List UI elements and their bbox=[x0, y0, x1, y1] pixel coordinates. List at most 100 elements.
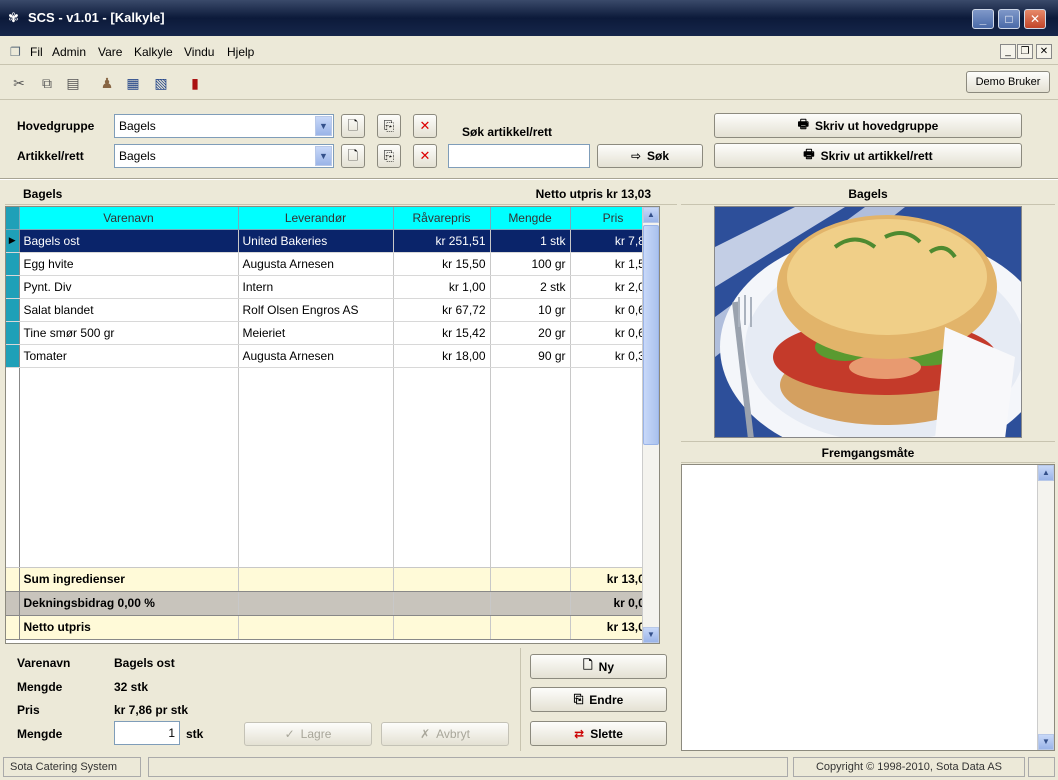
maximize-button[interactable]: □ bbox=[998, 9, 1020, 29]
col-mengde[interactable]: Mengde bbox=[490, 207, 571, 230]
col-leverandor[interactable]: Leverandør bbox=[238, 207, 394, 230]
avbryt-button[interactable]: ✗ Avbryt bbox=[381, 722, 509, 746]
edit-artikkel-button[interactable]: ⎘ bbox=[377, 144, 401, 168]
menu-bar: ❐ Fil Admin Vare Kalkyle Vindu Hjelp _ ❐… bbox=[0, 37, 1058, 65]
endre-button[interactable]: ⎘ Endre bbox=[530, 687, 667, 712]
edit-icon: ⎘ bbox=[383, 148, 395, 163]
search-button[interactable]: ⇨ Søk bbox=[597, 144, 703, 168]
hovedgruppe-label: Hovedgruppe bbox=[17, 119, 95, 133]
copy-icon[interactable]: ⧉ bbox=[38, 74, 56, 92]
table-row[interactable]: Pynt. Div Intern kr 1,00 2 stk kr 2,00 bbox=[6, 275, 657, 299]
menu-vindu[interactable]: Vindu bbox=[184, 45, 214, 59]
method-textarea[interactable]: ▲ ▼ bbox=[681, 464, 1055, 751]
edit-hovedgruppe-button[interactable]: ⎘ bbox=[377, 114, 401, 138]
mdi-close-button[interactable]: ✕ bbox=[1036, 44, 1052, 59]
cut-icon[interactable]: ✂ bbox=[10, 74, 28, 92]
quantity-input[interactable]: 1 bbox=[114, 721, 180, 745]
hovedgruppe-select[interactable]: Bagels ▼ bbox=[114, 114, 334, 138]
artikkel-select[interactable]: Bagels ▼ bbox=[114, 144, 334, 168]
chevron-down-icon[interactable]: ▼ bbox=[315, 146, 332, 166]
new-document-icon: 🗋 bbox=[347, 148, 359, 163]
bagel-picture bbox=[715, 207, 1021, 437]
lagre-button[interactable]: ✓ Lagre bbox=[244, 722, 372, 746]
col-varenavn[interactable]: Varenavn bbox=[19, 207, 239, 230]
menu-hjelp[interactable]: Hjelp bbox=[227, 45, 254, 59]
ny-button[interactable]: 🗋 Ny bbox=[530, 654, 667, 679]
sum-row: Sum ingredienser kr 13,03 bbox=[6, 566, 657, 592]
sum-label: Sum ingredienser bbox=[19, 566, 239, 592]
app-icon: ✾ bbox=[8, 10, 19, 25]
menu-vare[interactable]: Vare bbox=[98, 45, 122, 59]
mdi-restore-button[interactable]: ❐ bbox=[1017, 44, 1033, 59]
delete-icon: ✕ bbox=[419, 148, 431, 163]
scroll-thumb[interactable] bbox=[643, 225, 659, 445]
status-grip bbox=[1028, 757, 1055, 777]
table-row[interactable]: Egg hvite Augusta Arnesen kr 15,50 100 g… bbox=[6, 252, 657, 276]
table-row[interactable]: ▶ Bagels ost United Bakeries kr 251,51 1… bbox=[6, 229, 657, 253]
table-header-row: Varenavn Leverandør Råvarepris Mengde Pr… bbox=[6, 207, 657, 230]
grid-scrollbar[interactable]: ▲ ▼ bbox=[642, 207, 659, 643]
artikkel-label: Artikkel/rett bbox=[17, 149, 84, 163]
delete-icon: ✕ bbox=[419, 118, 431, 133]
title-bar: ✾ SCS - v1.01 - [Kalkyle] _ □ ✕ bbox=[0, 0, 1058, 36]
window-icon[interactable]: ▦ bbox=[124, 74, 142, 92]
search-icon: ⇨ bbox=[630, 149, 642, 163]
detail-mengde-value: 32 stk bbox=[114, 680, 149, 694]
netto-label: Netto utpris bbox=[19, 614, 239, 640]
scroll-up-icon[interactable]: ▲ bbox=[643, 207, 659, 223]
printer-icon: 🖶 bbox=[797, 117, 809, 131]
document-icon: ❐ bbox=[10, 45, 21, 59]
slette-button[interactable]: ⇄ Slette bbox=[530, 721, 667, 746]
printer-icon: 🖶 bbox=[803, 147, 815, 161]
edit-icon: ⎘ bbox=[383, 118, 395, 133]
table-row[interactable]: Tomater Augusta Arnesen kr 18,00 90 gr k… bbox=[6, 344, 657, 368]
scroll-down-icon[interactable]: ▼ bbox=[1038, 734, 1054, 750]
paste-icon[interactable]: ▤ bbox=[64, 74, 82, 92]
menu-kalkyle[interactable]: Kalkyle bbox=[134, 45, 173, 59]
delete-hovedgruppe-button[interactable]: ✕ bbox=[413, 114, 437, 138]
search-label: Søk artikkel/rett bbox=[462, 125, 553, 139]
checkmark-icon: ✓ bbox=[284, 727, 295, 741]
minimize-button[interactable]: _ bbox=[972, 9, 994, 29]
users-icon[interactable]: ♟ bbox=[98, 74, 116, 92]
grid-header: Bagels Netto utpris kr 13,03 bbox=[5, 183, 677, 205]
close-button[interactable]: ✕ bbox=[1024, 9, 1046, 29]
quantity-unit: stk bbox=[186, 727, 204, 741]
image-panel-title: Bagels bbox=[681, 183, 1055, 205]
table-row[interactable]: Tine smør 500 gr Meieriet kr 15,42 20 gr… bbox=[6, 321, 657, 345]
new-hovedgruppe-button[interactable]: 🗋 bbox=[341, 114, 365, 138]
search-input[interactable] bbox=[448, 144, 590, 168]
scroll-up-icon[interactable]: ▲ bbox=[1038, 465, 1054, 481]
mdi-minimize-button[interactable]: _ bbox=[1000, 44, 1016, 59]
ingredients-table: Varenavn Leverandør Råvarepris Mengde Pr… bbox=[6, 207, 657, 640]
new-artikkel-button[interactable]: 🗋 bbox=[341, 144, 365, 168]
delete-artikkel-button[interactable]: ✕ bbox=[413, 144, 437, 168]
menu-admin[interactable]: Admin bbox=[52, 45, 86, 59]
netto-row: Netto utpris kr 13,03 bbox=[6, 614, 657, 640]
menu-fil[interactable]: Fil bbox=[30, 45, 43, 59]
print-artikkel-button[interactable]: 🖶 Skriv ut artikkel/rett bbox=[714, 143, 1022, 168]
method-scrollbar[interactable]: ▲ ▼ bbox=[1037, 465, 1054, 750]
col-ravarepris[interactable]: Råvarepris bbox=[393, 207, 491, 230]
ingredients-grid[interactable]: Varenavn Leverandør Råvarepris Mengde Pr… bbox=[5, 206, 660, 644]
user-button[interactable]: Demo Bruker bbox=[966, 71, 1050, 93]
grid-title: Bagels bbox=[23, 187, 63, 201]
status-left: Sota Catering System bbox=[3, 757, 141, 777]
chart-icon[interactable]: ▧ bbox=[152, 74, 170, 92]
chevron-down-icon[interactable]: ▼ bbox=[315, 116, 332, 136]
food-image bbox=[714, 206, 1022, 438]
cancel-icon: ✗ bbox=[420, 727, 431, 741]
netto-header: Netto utpris kr 13,03 bbox=[535, 187, 651, 201]
new-document-icon: 🗋 bbox=[347, 118, 359, 133]
scroll-down-icon[interactable]: ▼ bbox=[643, 627, 659, 643]
db-label: Dekningsbidrag 0,00 % bbox=[19, 591, 239, 616]
table-row[interactable]: Salat blandet Rolf Olsen Engros AS kr 67… bbox=[6, 298, 657, 322]
delete-icon: ⇄ bbox=[574, 726, 585, 741]
detail-mengde2-label: Mengde bbox=[17, 727, 63, 741]
exit-icon[interactable]: ▮ bbox=[186, 74, 204, 92]
empty-row bbox=[6, 367, 657, 568]
print-hovedgruppe-button[interactable]: 🖶 Skriv ut hovedgruppe bbox=[714, 113, 1022, 138]
detail-varenavn-label: Varenavn bbox=[17, 656, 71, 670]
db-row: Dekningsbidrag 0,00 % kr 0,00 bbox=[6, 591, 657, 616]
separator bbox=[0, 178, 1058, 180]
